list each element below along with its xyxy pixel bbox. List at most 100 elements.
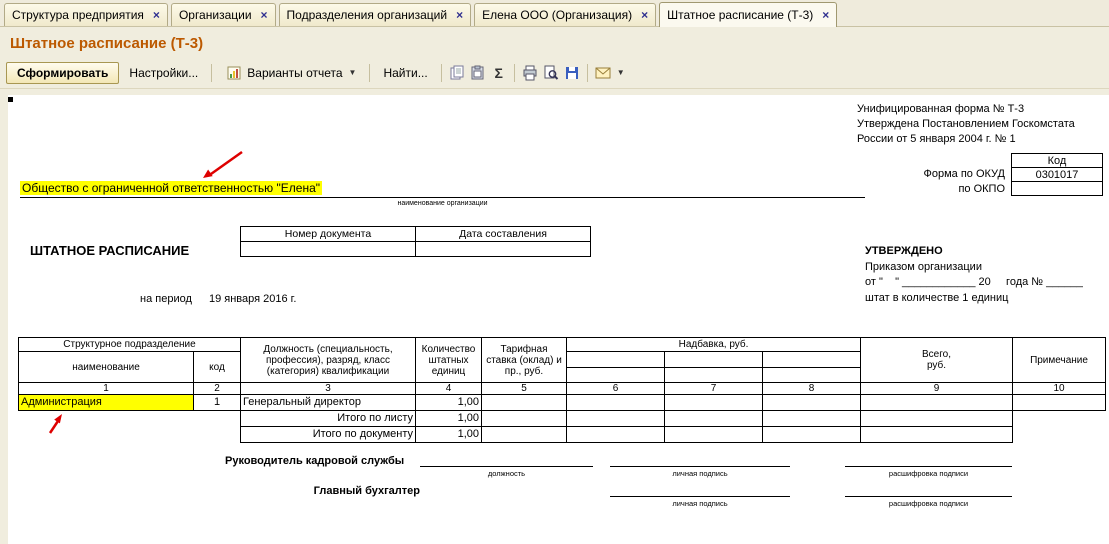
signature-name-caption: расшифровка подписи <box>888 499 969 508</box>
col-number: 2 <box>193 382 241 395</box>
allowance-sub-cell <box>566 351 665 368</box>
okpo-label: по ОКПО <box>958 183 1005 195</box>
toolbar-separator <box>586 63 588 82</box>
signature-line <box>845 496 1012 497</box>
annotation-arrow-icon <box>203 150 243 178</box>
hr-manager-label: Руководитель кадровой службы <box>225 455 405 467</box>
tab-label: Подразделения организаций <box>286 8 448 22</box>
col-number: 6 <box>566 382 665 395</box>
paste-from-clipboard-icon[interactable] <box>469 64 487 82</box>
header-allowance: Надбавка, руб. <box>565 337 862 352</box>
col-number: 5 <box>481 382 567 395</box>
personal-signature-caption: личная подпись <box>672 469 728 478</box>
tab-structure[interactable]: Структура предприятия × <box>4 3 168 26</box>
doc-date-header: Дата составления <box>415 226 591 242</box>
header-position: Должность (специальность, профессия), ра… <box>240 337 416 383</box>
tab-close-icon[interactable]: × <box>822 9 829 21</box>
header-note: Примечание <box>1012 337 1107 383</box>
position-cell: Генеральный директор <box>240 394 416 411</box>
tab-close-icon[interactable]: × <box>153 9 160 21</box>
save-icon[interactable] <box>563 64 581 82</box>
approved-title: УТВЕРЖДЕНО <box>865 245 943 257</box>
total-sheet-label: Итого по листу <box>240 410 416 427</box>
period-label: на период <box>140 293 192 305</box>
sum-icon[interactable]: Σ <box>490 64 508 82</box>
copy-to-clipboard-icon[interactable] <box>448 64 466 82</box>
print-preview-icon[interactable] <box>542 64 560 82</box>
col-number: 1 <box>18 382 194 395</box>
staffing-table: Структурное подразделение Должность (спе… <box>18 337 1107 443</box>
doc-number-header: Номер документа <box>240 226 416 242</box>
unit-name-cell: Администрация <box>18 394 194 411</box>
report-variants-button[interactable]: Варианты отчета ▼ <box>218 60 363 86</box>
tab-staffing-t3[interactable]: Штатное расписание (Т-3) × <box>659 2 838 27</box>
find-button[interactable]: Найти... <box>376 62 434 84</box>
toolbar-separator <box>440 63 442 82</box>
rate-cell <box>481 394 567 411</box>
table-row: Администрация 1 Генеральный директор 1,0… <box>18 394 1107 411</box>
page-title: Штатное расписание (Т-3) <box>10 35 204 52</box>
signature-name-caption: расшифровка подписи <box>888 469 969 478</box>
toolbar-separator <box>513 63 515 82</box>
allowance-cell <box>761 394 862 411</box>
page-break-marker <box>8 97 13 102</box>
tab-elena-organization[interactable]: Елена ООО (Организация) × <box>474 3 657 26</box>
form-info-line: России от 5 января 2004 г. № 1 <box>857 133 1016 145</box>
allowance-sub-cell <box>664 351 763 368</box>
tab-label: Организации <box>178 8 252 22</box>
chevron-down-icon: ▼ <box>348 68 357 77</box>
period-line: на период 19 января 2016 г. <box>140 293 296 305</box>
toolbar-separator <box>211 63 213 82</box>
org-name: Общество с ограниченной ответственностью… <box>20 181 323 195</box>
org-name-caption: наименование организации <box>397 200 488 207</box>
allowance-sub-cell <box>664 367 763 383</box>
unit-code-cell: 1 <box>193 394 241 411</box>
tab-close-icon[interactable]: × <box>261 9 268 21</box>
report-variants-label: Варианты отчета <box>247 65 343 80</box>
tab-bar: Структура предприятия × Организации × По… <box>0 0 1109 27</box>
col-number: 3 <box>240 382 416 395</box>
tab-org-departments[interactable]: Подразделения организаций × <box>278 3 472 26</box>
form-info-line: Утверждена Постановлением Госкомстата <box>857 118 1075 130</box>
total-document-row: Итого по документу 1,00 <box>19 426 1106 443</box>
doc-number-value <box>240 241 416 257</box>
generate-button[interactable]: Сформировать <box>6 61 120 84</box>
mail-icon[interactable] <box>594 64 612 82</box>
total-doc-label: Итого по документу <box>240 426 416 443</box>
doc-date-value <box>415 241 591 257</box>
tab-close-icon[interactable]: × <box>456 9 463 21</box>
form-info: Унифицированная форма № Т-3 Утверждена П… <box>857 102 1075 147</box>
chief-accountant-label: Главный бухгалтер <box>313 485 420 497</box>
total-cell <box>860 394 1014 411</box>
header-unit-name: наименование <box>18 351 194 383</box>
col-number: 4 <box>415 382 482 395</box>
settings-button[interactable]: Настройки... <box>122 62 205 84</box>
count-cell: 1,00 <box>415 394 482 411</box>
total-doc-value: 1,00 <box>415 426 482 443</box>
tab-close-icon[interactable]: × <box>641 9 648 21</box>
report-area: Унифицированная форма № Т-3 Утверждена П… <box>8 95 1109 544</box>
col-number: 9 <box>860 382 1014 395</box>
okud-value: 0301017 <box>1011 167 1103 182</box>
signature-line <box>610 466 790 467</box>
header-unit-code: код <box>193 351 241 383</box>
document-number-table: Номер документа Дата составления <box>240 226 591 257</box>
annotation-arrow-icon <box>48 414 62 434</box>
col-number: 8 <box>761 382 862 395</box>
position-caption: должность <box>487 469 526 478</box>
tab-organizations[interactable]: Организации × <box>170 3 276 26</box>
report-variants-icon <box>225 64 243 82</box>
personal-signature-caption: личная подпись <box>672 499 728 508</box>
form-info-line: Унифицированная форма № Т-3 <box>857 103 1025 115</box>
okud-label: Форма по ОКУД <box>923 168 1006 180</box>
print-icon[interactable] <box>521 64 539 82</box>
header-rate: Тарифная ставка (оклад) и пр., руб. <box>481 337 567 383</box>
toolbar-separator <box>369 63 371 82</box>
note-cell <box>1012 394 1107 411</box>
allowance-cell <box>566 394 665 411</box>
signature-line <box>420 466 593 467</box>
total-sheet-value: 1,00 <box>415 410 482 427</box>
total-sheet-row: Итого по листу 1,00 <box>19 410 1106 427</box>
chevron-down-icon[interactable]: ▼ <box>617 68 625 77</box>
allowance-sub-cell <box>566 367 665 383</box>
